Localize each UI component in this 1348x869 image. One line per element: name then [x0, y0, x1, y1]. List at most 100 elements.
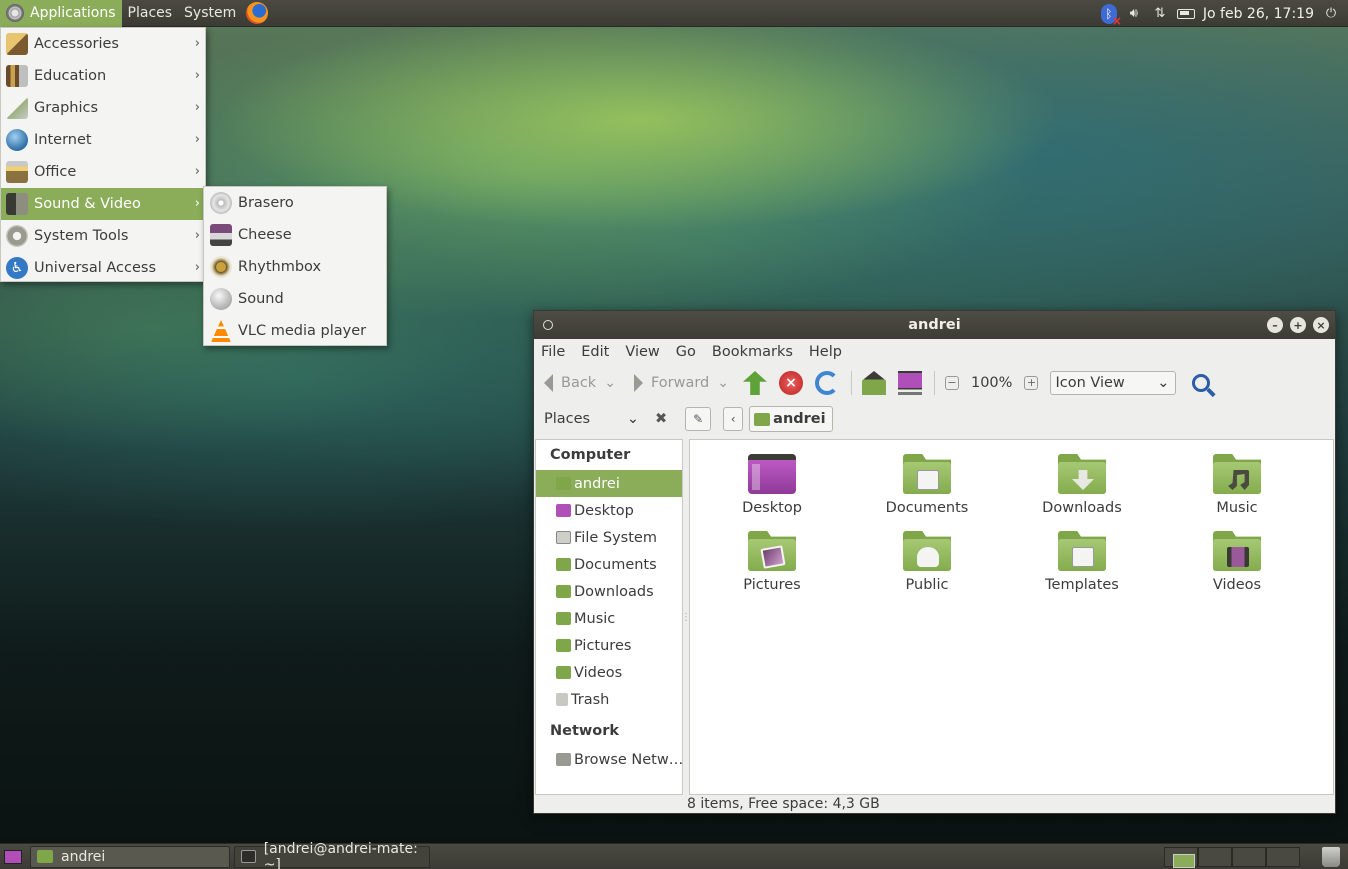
submenu-item-brasero[interactable]: Brasero	[204, 187, 386, 219]
menu-item-universal-access[interactable]: ♿︎ Universal Access ›	[1, 252, 205, 284]
file-item-public[interactable]: Public	[857, 531, 997, 593]
battery-icon[interactable]	[1176, 8, 1195, 19]
submenu-item-sound[interactable]: Sound	[204, 283, 386, 315]
sidebar-item-browse-network[interactable]: Browse Netw…	[536, 746, 682, 773]
menu-item-internet[interactable]: Internet ›	[1, 124, 205, 156]
zoom-in-button[interactable]: +	[1024, 376, 1039, 390]
minimize-button[interactable]: –	[1267, 317, 1283, 333]
workspace-4[interactable]	[1266, 847, 1300, 867]
menu-view[interactable]: View	[624, 344, 667, 360]
chevron-right-icon: ›	[194, 164, 200, 179]
file-label: Downloads	[1042, 500, 1122, 516]
sidebar-item-trash[interactable]: Trash	[536, 686, 682, 713]
menu-item-office[interactable]: Office ›	[1, 156, 205, 188]
sidebar-item-label: Pictures	[574, 637, 632, 654]
menu-file[interactable]: File	[540, 344, 573, 360]
clock[interactable]: Jo feb 26, 17:19	[1203, 6, 1314, 22]
places-combo-label: Places	[544, 411, 591, 427]
menu-go[interactable]: Go	[675, 344, 704, 360]
documents-folder-icon	[903, 454, 951, 494]
menu-edit[interactable]: Edit	[580, 344, 617, 360]
taskbar-item-terminal[interactable]: [andrei@andrei-mate: ~]	[234, 841, 430, 869]
file-item-music[interactable]: Music	[1167, 454, 1307, 516]
trash-applet-icon[interactable]	[1322, 847, 1340, 867]
file-label: Videos	[1212, 577, 1262, 593]
submenu-item-rhythmbox[interactable]: Rhythmbox	[204, 251, 386, 283]
menu-item-system-tools[interactable]: System Tools ›	[1, 220, 205, 252]
maximize-button[interactable]: +	[1290, 317, 1306, 333]
sidebar-item-file-system[interactable]: File System	[536, 524, 682, 551]
file-item-videos[interactable]: Videos	[1167, 531, 1307, 593]
chevron-down-icon: ⌄	[1157, 375, 1170, 391]
file-item-documents[interactable]: Documents	[857, 454, 997, 516]
window-menu-icon[interactable]	[543, 320, 553, 330]
workspace-1[interactable]	[1164, 847, 1198, 868]
taskbar-item-andrei[interactable]: andrei	[30, 845, 230, 868]
workspace-3[interactable]	[1232, 847, 1266, 867]
sidebar-item-videos[interactable]: Videos	[536, 659, 682, 686]
places-label: Places	[127, 5, 173, 21]
show-desktop-icon[interactable]	[4, 849, 22, 864]
window-titlebar[interactable]: andrei – + ×	[534, 311, 1335, 339]
home-icon[interactable]	[861, 371, 886, 395]
edit-location-button[interactable]: ✎	[685, 407, 712, 431]
bluetooth-icon[interactable]: ᛒ	[1100, 3, 1122, 28]
sidebar-item-label: Trash	[571, 691, 610, 708]
reload-icon[interactable]	[814, 371, 839, 395]
sidebar-item-desktop[interactable]: Desktop	[536, 497, 682, 524]
places-menu-button[interactable]: Places	[122, 0, 179, 27]
taskbar-item-label: andrei	[61, 848, 106, 865]
sidebar-type-select[interactable]: Places ⌄	[544, 411, 639, 427]
volume-icon[interactable]: 🔊︎	[1125, 5, 1143, 23]
file-item-desktop[interactable]: Desktop	[702, 454, 842, 516]
file-item-templates[interactable]: Templates	[1012, 531, 1152, 593]
power-icon[interactable]: ⏻	[1322, 5, 1340, 23]
search-icon[interactable]	[1192, 374, 1211, 392]
forward-button[interactable]: Forward	[633, 374, 709, 392]
sidebar-item-music[interactable]: Music	[536, 605, 682, 632]
menu-item-accessories[interactable]: Accessories ›	[1, 28, 205, 60]
submenu-item-cheese[interactable]: Cheese	[204, 219, 386, 251]
back-history-chevron-icon[interactable]: ⌄	[604, 375, 616, 391]
breadcrumb-andrei[interactable]: andrei	[749, 406, 833, 432]
up-arrow-icon[interactable]	[742, 371, 767, 395]
network-icon[interactable]: ⇅	[1151, 5, 1169, 23]
folder-icon	[37, 850, 53, 863]
menu-item-graphics[interactable]: Graphics ›	[1, 92, 205, 124]
menu-item-sound-video[interactable]: Sound & Video ›	[1, 188, 205, 220]
back-button[interactable]: Back	[544, 374, 596, 392]
computer-icon[interactable]	[897, 371, 922, 395]
sidebar-item-downloads[interactable]: Downloads	[536, 578, 682, 605]
file-label: Desktop	[742, 500, 802, 516]
applications-menu-button[interactable]: Applications	[0, 0, 122, 27]
firefox-launcher-icon[interactable]	[246, 2, 269, 24]
sidebar-item-pictures[interactable]: Pictures	[536, 632, 682, 659]
menu-bookmarks[interactable]: Bookmarks	[711, 344, 801, 360]
menu-item-education[interactable]: Education ›	[1, 60, 205, 92]
downloads-folder-icon	[556, 585, 571, 598]
stop-icon[interactable]: ×	[778, 371, 803, 395]
icon-view-pane[interactable]: Desktop Documents Downloads Music Pictur…	[689, 439, 1334, 795]
path-back-chevron-icon[interactable]: ‹	[723, 407, 744, 431]
close-sidebar-icon[interactable]: ✖	[655, 411, 667, 427]
file-item-downloads[interactable]: Downloads	[1012, 454, 1152, 516]
sidebar-item-andrei[interactable]: andrei	[536, 470, 682, 497]
status-bar: 8 items, Free space: 4,3 GB	[687, 796, 880, 812]
public-folder-icon	[903, 531, 951, 571]
forward-history-chevron-icon[interactable]: ⌄	[717, 375, 729, 391]
system-menu-button[interactable]: System	[178, 0, 242, 27]
zoom-out-button[interactable]: −	[944, 376, 959, 390]
file-item-pictures[interactable]: Pictures	[702, 531, 842, 593]
view-mode-select[interactable]: Icon View ⌄	[1050, 371, 1177, 395]
menu-help[interactable]: Help	[808, 344, 850, 360]
sidebar-item-label: Browse Netw…	[574, 751, 682, 768]
close-button[interactable]: ×	[1313, 317, 1329, 333]
sound-settings-icon	[210, 288, 232, 310]
submenu-item-vlc[interactable]: VLC media player	[204, 315, 386, 347]
pictures-folder-icon	[556, 639, 571, 652]
workspace-2[interactable]	[1198, 847, 1232, 867]
zoom-level[interactable]: 100%	[971, 375, 1012, 391]
sidebar-item-label: Desktop	[574, 502, 634, 519]
file-label: Public	[905, 577, 949, 593]
sidebar-item-documents[interactable]: Documents	[536, 551, 682, 578]
